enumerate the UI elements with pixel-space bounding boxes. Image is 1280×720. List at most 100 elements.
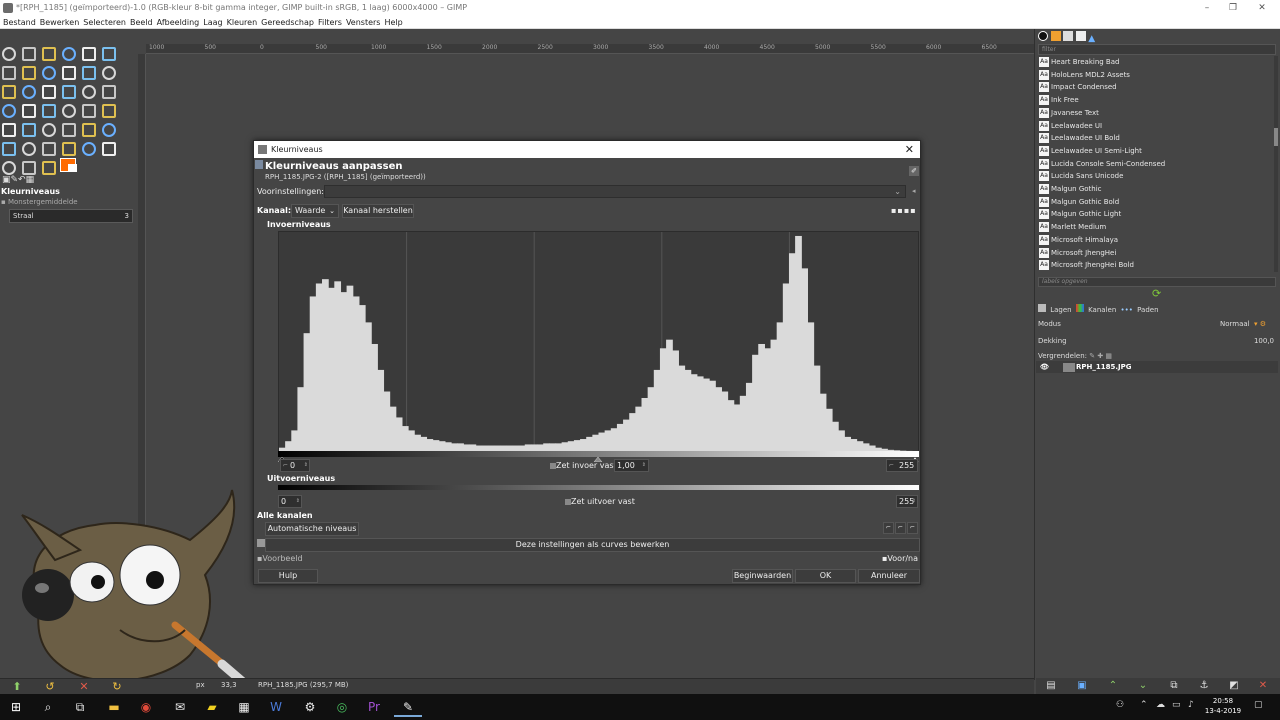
tags-input[interactable]: labels opgeven xyxy=(1038,277,1276,287)
pick-black-button[interactable]: ⌐ xyxy=(883,522,894,534)
delete-layer-icon[interactable]: ✕ xyxy=(1256,680,1270,692)
pick-gray-button[interactable]: ⌐ xyxy=(895,522,906,534)
tool-icon[interactable] xyxy=(42,85,56,99)
dialog-titlebar[interactable]: Kleurniveaus ✕ xyxy=(254,141,920,158)
tool-icon[interactable] xyxy=(82,142,96,156)
font-list-scrollbar[interactable] xyxy=(1274,56,1278,272)
tool-icon[interactable] xyxy=(2,104,16,118)
tool-icon[interactable] xyxy=(22,123,36,137)
tool-icon[interactable] xyxy=(2,66,16,80)
show-hidden-icons-icon[interactable]: ⌃ xyxy=(1140,700,1148,710)
mail-icon[interactable]: ✉ xyxy=(166,697,194,717)
document-tab-icon[interactable]: ▲ xyxy=(1088,34,1098,44)
tool-icon[interactable] xyxy=(2,142,16,156)
font-list[interactable]: Aa Heart Breaking Bad Aa HoloLens MDL2 Asse… xyxy=(1038,56,1276,272)
histogram-scale-toggle[interactable]: ▪▪▪▪ xyxy=(891,206,917,215)
channel-select[interactable]: Waarde ⌄ xyxy=(291,204,339,218)
font-list-item[interactable]: Aa Leelawadee UI xyxy=(1038,120,1274,132)
tool-icon[interactable] xyxy=(22,142,36,156)
background-color-swatch[interactable] xyxy=(68,164,77,172)
tool-icon[interactable] xyxy=(22,66,36,80)
premiere-icon[interactable]: Pr xyxy=(360,697,388,717)
tool-icon[interactable] xyxy=(2,123,16,137)
tool-options-tabs[interactable]: ▣✎↶▦ xyxy=(2,175,50,186)
opacity-row[interactable]: Dekking 100,0 xyxy=(1038,335,1276,347)
ok-button[interactable]: OK xyxy=(795,569,856,583)
histogram[interactable] xyxy=(278,231,919,453)
spin-arrows-icon[interactable]: ⇕ xyxy=(296,496,300,507)
people-icon[interactable]: ⚇ xyxy=(1116,700,1124,710)
tool-icon[interactable] xyxy=(42,104,56,118)
presets-menu-icon[interactable]: ◂ xyxy=(912,187,916,195)
output-levels-gradient[interactable] xyxy=(278,485,919,490)
font-filter-input[interactable]: filter xyxy=(1038,44,1276,55)
delete-icon[interactable]: ✕ xyxy=(78,681,90,693)
pin-dialog-icon[interactable]: ✐ xyxy=(909,166,919,176)
preview-checkbox[interactable]: ▪Voorbeeld xyxy=(257,554,303,563)
menu-filters[interactable]: Filters xyxy=(318,16,342,29)
menu-kleuren[interactable]: Kleuren xyxy=(227,16,258,29)
tab-layers[interactable]: Lagen xyxy=(1050,306,1071,314)
tool-icon[interactable] xyxy=(42,47,56,61)
lock-pixels-icon[interactable]: ✎ ✚ ▦ xyxy=(1089,352,1112,360)
minimize-button[interactable]: – xyxy=(1195,0,1219,16)
font-list-item[interactable]: Aa Microsoft Himalaya xyxy=(1038,234,1274,246)
sample-average-expander[interactable]: ▪ Monstergemiddelde xyxy=(1,198,78,206)
font-list-item[interactable]: Aa Microsoft JhengHei Bold xyxy=(1038,259,1274,271)
volume-icon[interactable]: ♪ xyxy=(1188,700,1194,710)
font-list-item[interactable]: Aa Heart Breaking Bad xyxy=(1038,56,1274,68)
tool-icon[interactable] xyxy=(2,85,16,99)
close-window-button[interactable]: ✕ xyxy=(1250,0,1274,16)
settings-icon[interactable]: ⚙ xyxy=(296,697,324,717)
output-white-spinbutton[interactable]: 255 ⇕ xyxy=(896,495,918,508)
search-icon[interactable]: ⌕ xyxy=(34,697,62,717)
reset-icon[interactable]: ↻ xyxy=(111,681,123,693)
tool-icon[interactable] xyxy=(42,142,56,156)
tab-channels[interactable]: Kanalen xyxy=(1088,306,1116,314)
spin-arrows-icon[interactable]: ⇕ xyxy=(304,460,308,471)
input-black-spinbutton[interactable]: ⌐ 0 ⇕ xyxy=(280,459,310,472)
tool-icon[interactable] xyxy=(22,47,36,61)
menu-selecteren[interactable]: Selecteren xyxy=(83,16,126,29)
horizontal-ruler[interactable]: 1000 500 0 500 1000 1500 2000 2500 3000 3500 4000 4… xyxy=(146,44,1034,54)
tool-icon[interactable] xyxy=(22,85,36,99)
menu-help[interactable]: Help xyxy=(384,16,402,29)
white-picker-icon[interactable]: ⌐ xyxy=(889,460,894,471)
font-list-item[interactable]: Aa HoloLens MDL2 Assets xyxy=(1038,69,1274,81)
tool-icon[interactable] xyxy=(102,104,116,118)
menu-bewerken[interactable]: Bewerken xyxy=(40,16,80,29)
spin-arrows-icon[interactable]: ⇕ xyxy=(912,496,916,507)
tool-icon[interactable] xyxy=(62,123,76,137)
menu-laag[interactable]: Laag xyxy=(203,16,222,29)
font-tab-icon[interactable] xyxy=(1075,31,1086,41)
font-list-item[interactable]: Aa Malgun Gothic Light xyxy=(1038,208,1274,220)
help-button[interactable]: Hulp xyxy=(258,569,318,583)
unit-selector[interactable]: px xyxy=(196,681,205,689)
chrome-icon[interactable]: ◉ xyxy=(132,697,160,717)
presets-dropdown[interactable]: ⌄ xyxy=(324,185,906,198)
dock-tabs[interactable]: ▲ xyxy=(1038,31,1098,44)
zoom-selector[interactable]: 33,3 xyxy=(221,681,237,689)
gradient-tab-icon[interactable] xyxy=(1063,31,1074,41)
pattern-tab-icon[interactable] xyxy=(1050,31,1061,41)
tool-icon[interactable] xyxy=(22,104,36,118)
tool-icon[interactable] xyxy=(2,161,16,175)
dialog-close-button[interactable]: ✕ xyxy=(905,141,914,158)
tool-icon[interactable] xyxy=(42,123,56,137)
anchor-layer-icon[interactable]: ⚓ xyxy=(1197,680,1211,692)
menu-gereedschap[interactable]: Gereedschap xyxy=(261,16,314,29)
tool-icon[interactable] xyxy=(82,104,96,118)
tool-icon[interactable] xyxy=(102,85,116,99)
reset-channel-button[interactable]: Kanaal herstellen xyxy=(342,204,414,218)
sticky-notes-icon[interactable]: ▰ xyxy=(198,697,226,717)
font-list-item[interactable]: Aa Malgun Gothic Bold xyxy=(1038,196,1274,208)
tool-icon[interactable] xyxy=(62,85,76,99)
spin-arrows-icon[interactable]: ⇕ xyxy=(642,460,646,471)
font-list-item[interactable]: Aa Leelawadee UI Bold xyxy=(1038,132,1274,144)
input-white-spinbutton[interactable]: ⌐ 255 xyxy=(886,459,918,472)
reset-button[interactable]: Beginwaarden xyxy=(732,569,793,583)
auto-levels-button[interactable]: Automatische niveaus xyxy=(265,522,359,536)
black-picker-icon[interactable]: ⌐ xyxy=(283,460,288,471)
calculator-icon[interactable]: ▦ xyxy=(230,697,258,717)
gamma-spinbutton[interactable]: 1,00 ⇕ xyxy=(614,459,649,472)
